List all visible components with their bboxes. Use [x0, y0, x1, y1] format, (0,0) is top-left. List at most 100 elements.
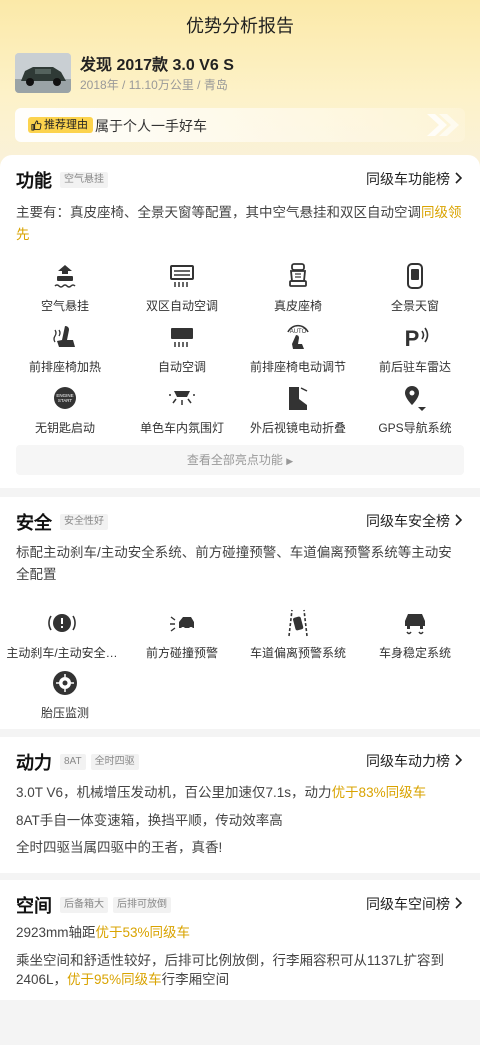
space-header: 空间 后备箱大 后排可放倒: [16, 892, 171, 918]
safety-rank-link[interactable]: 同级车安全榜: [366, 511, 463, 531]
feature-label: 胎压监测: [40, 706, 89, 720]
car-thumbnail[interactable]: [15, 53, 71, 93]
feature-power-seat[interactable]: AUTO 前排座椅电动调节: [238, 322, 358, 375]
function-header: 功能 空气悬挂: [16, 167, 108, 193]
feature-gps-nav[interactable]: GPS导航系统: [355, 383, 475, 436]
feature-active-brake[interactable]: 主动刹车/主动安全…: [2, 608, 122, 661]
chevron-decoration-icon: [427, 114, 459, 136]
see-all-features-button[interactable]: 查看全部亮点功能 ▶: [16, 445, 464, 475]
function-title: 功能: [16, 171, 52, 191]
space-title: 空间: [16, 896, 52, 916]
safety-description: 标配主动刹车/主动安全系统、前方碰撞预警、车道偏离预警系统等主动安全配置: [16, 545, 452, 582]
feature-lane-departure[interactable]: 车道偏离预警系统: [238, 608, 358, 661]
feature-tire-pressure[interactable]: 胎压监测: [5, 668, 125, 721]
feature-ambient-light[interactable]: 单色车内氛围灯: [122, 383, 242, 436]
feature-dual-zone-ac[interactable]: 双区自动空调: [122, 261, 242, 314]
dual-zone-ac-icon: [170, 265, 194, 287]
svg-text:START: START: [58, 398, 73, 403]
ambient-light-icon: [169, 391, 195, 405]
power-tag: 8AT: [60, 754, 86, 770]
space-line-3-suffix: 行李厢空间: [161, 972, 230, 987]
feature-label: 前排座椅加热: [28, 360, 101, 374]
function-desc-text: 主要有：真皮座椅、全景天窗等配置，其中空气悬挂和双区自动空调: [16, 205, 421, 220]
leather-seat-icon: [289, 263, 307, 287]
feature-keyless-start[interactable]: ENGINE START 无钥匙启动: [5, 383, 125, 436]
feature-label: 外后视镜电动折叠: [249, 421, 346, 435]
chevron-right-icon: [454, 513, 463, 529]
safety-rank-label: 同级车安全榜: [366, 513, 450, 529]
lane-departure-icon: [288, 609, 308, 637]
seat-heating-icon: [53, 326, 75, 347]
safety-title: 安全: [16, 513, 52, 533]
feature-label: 车身稳定系统: [378, 646, 451, 660]
space-highlight: 优于53%同级车: [95, 925, 191, 940]
feature-label: 单色车内氛围灯: [139, 421, 224, 435]
feature-leather-seat[interactable]: 真皮座椅: [238, 261, 358, 314]
power-highlight: 优于83%同级车: [331, 785, 427, 800]
parking-radar-icon: P: [405, 326, 429, 351]
feature-seat-heating[interactable]: 前排座椅加热: [5, 322, 125, 375]
panoramic-sunroof-icon: [407, 263, 423, 289]
safety-section: 安全 安全性好 同级车安全榜 标配主动刹车/主动安全系统、前方碰撞预警、车道偏离…: [0, 497, 480, 729]
power-tag: 全时四驱: [90, 754, 139, 770]
safety-tag: 安全性好: [60, 514, 108, 530]
space-tag: 后备箱大: [60, 897, 108, 913]
feature-label: 主动刹车/主动安全…: [6, 646, 118, 660]
power-seat-icon: AUTO: [287, 324, 309, 349]
function-section: 功能 空气悬挂 同级车功能榜 主要有：真皮座椅、全景天窗等配置，其中空气悬挂和双…: [0, 155, 480, 488]
power-header: 动力 8AT 全时四驱: [16, 749, 139, 775]
chevron-right-icon: [454, 896, 463, 912]
collision-warning-icon: [170, 616, 194, 632]
function-rank-link[interactable]: 同级车功能榜: [366, 169, 463, 189]
space-line-2: 乘坐空间和舒适性较好，后排可比例放倒，行李厢容积可从1137L扩容到: [16, 953, 445, 968]
thumbs-up-icon: [31, 119, 42, 131]
active-brake-icon: [48, 614, 76, 632]
page-title: 优势分析报告: [186, 16, 294, 36]
space-line-3: 2406L，优于95%同级车行李厢空间: [16, 968, 229, 988]
space-line-3-text: 2406L，: [16, 972, 68, 987]
feature-parking-radar[interactable]: P 前后驻车雷达: [355, 322, 475, 375]
feature-mirror-fold[interactable]: 外后视镜电动折叠: [238, 383, 358, 436]
gps-nav-icon: [405, 386, 426, 411]
feature-stability-control[interactable]: 车身稳定系统: [355, 608, 475, 661]
space-highlight-2: 优于95%同级车: [67, 972, 162, 987]
chevron-right-icon: [454, 753, 463, 769]
space-tag: 后排可放倒: [113, 897, 171, 913]
power-line-1-text: 3.0T V6，机械增压发动机，百公里加速仅7.1s，动力: [16, 785, 332, 800]
recommend-reason-tag-label: 推荐理由: [44, 119, 88, 131]
space-rank-label: 同级车空间榜: [366, 896, 450, 912]
car-name: 发现 2017款 3.0 V6 S: [80, 57, 234, 74]
space-line-1-text: 2923mm轴距: [16, 925, 96, 940]
feature-label: GPS导航系统: [378, 421, 452, 435]
svg-text:P: P: [405, 326, 420, 351]
feature-label: 前后驻车雷达: [378, 360, 451, 374]
feature-label: 空气悬挂: [40, 299, 89, 313]
keyless-start-icon: ENGINE START: [54, 387, 76, 409]
space-rank-link[interactable]: 同级车空间榜: [366, 894, 463, 914]
recommend-reason-text: 属于个人一手好车: [95, 118, 207, 134]
feature-panoramic-sunroof[interactable]: 全景天窗: [355, 261, 475, 314]
function-rank-label: 同级车功能榜: [366, 171, 450, 187]
feature-collision-warning[interactable]: 前方碰撞预警: [122, 608, 242, 661]
space-section: 空间 后备箱大 后排可放倒 同级车空间榜 2923mm轴距优于53%同级车 乘坐…: [0, 880, 480, 1000]
feature-label: 自动空调: [157, 360, 206, 374]
power-rank-link[interactable]: 同级车动力榜: [366, 751, 463, 771]
power-line-3: 全时四驱当属四驱中的王者，真香!: [16, 840, 223, 855]
feature-label: 双区自动空调: [145, 299, 218, 313]
caret-right-icon: ▶: [286, 456, 294, 466]
air-suspension-icon: [54, 265, 76, 288]
feature-label: 车道偏离预警系统: [249, 646, 346, 660]
space-line-1: 2923mm轴距优于53%同级车: [16, 921, 190, 941]
feature-auto-ac[interactable]: 自动空调: [122, 322, 242, 375]
see-all-label: 查看全部亮点功能: [186, 453, 283, 467]
recommend-reason-tag: 推荐理由: [28, 117, 93, 133]
power-rank-label: 同级车动力榜: [366, 753, 450, 769]
power-title: 动力: [16, 753, 52, 773]
safety-header: 安全 安全性好: [16, 509, 108, 535]
auto-ac-icon: [171, 328, 193, 347]
power-line-1: 3.0T V6，机械增压发动机，百公里加速仅7.1s，动力优于83%同级车: [16, 781, 426, 801]
power-line-2: 8AT手自一体变速箱，换挡平顺，传动效率高: [16, 813, 283, 828]
feature-air-suspension[interactable]: 空气悬挂: [5, 261, 125, 314]
feature-label: 全景天窗: [390, 299, 439, 313]
svg-text:AUTO: AUTO: [290, 329, 307, 335]
